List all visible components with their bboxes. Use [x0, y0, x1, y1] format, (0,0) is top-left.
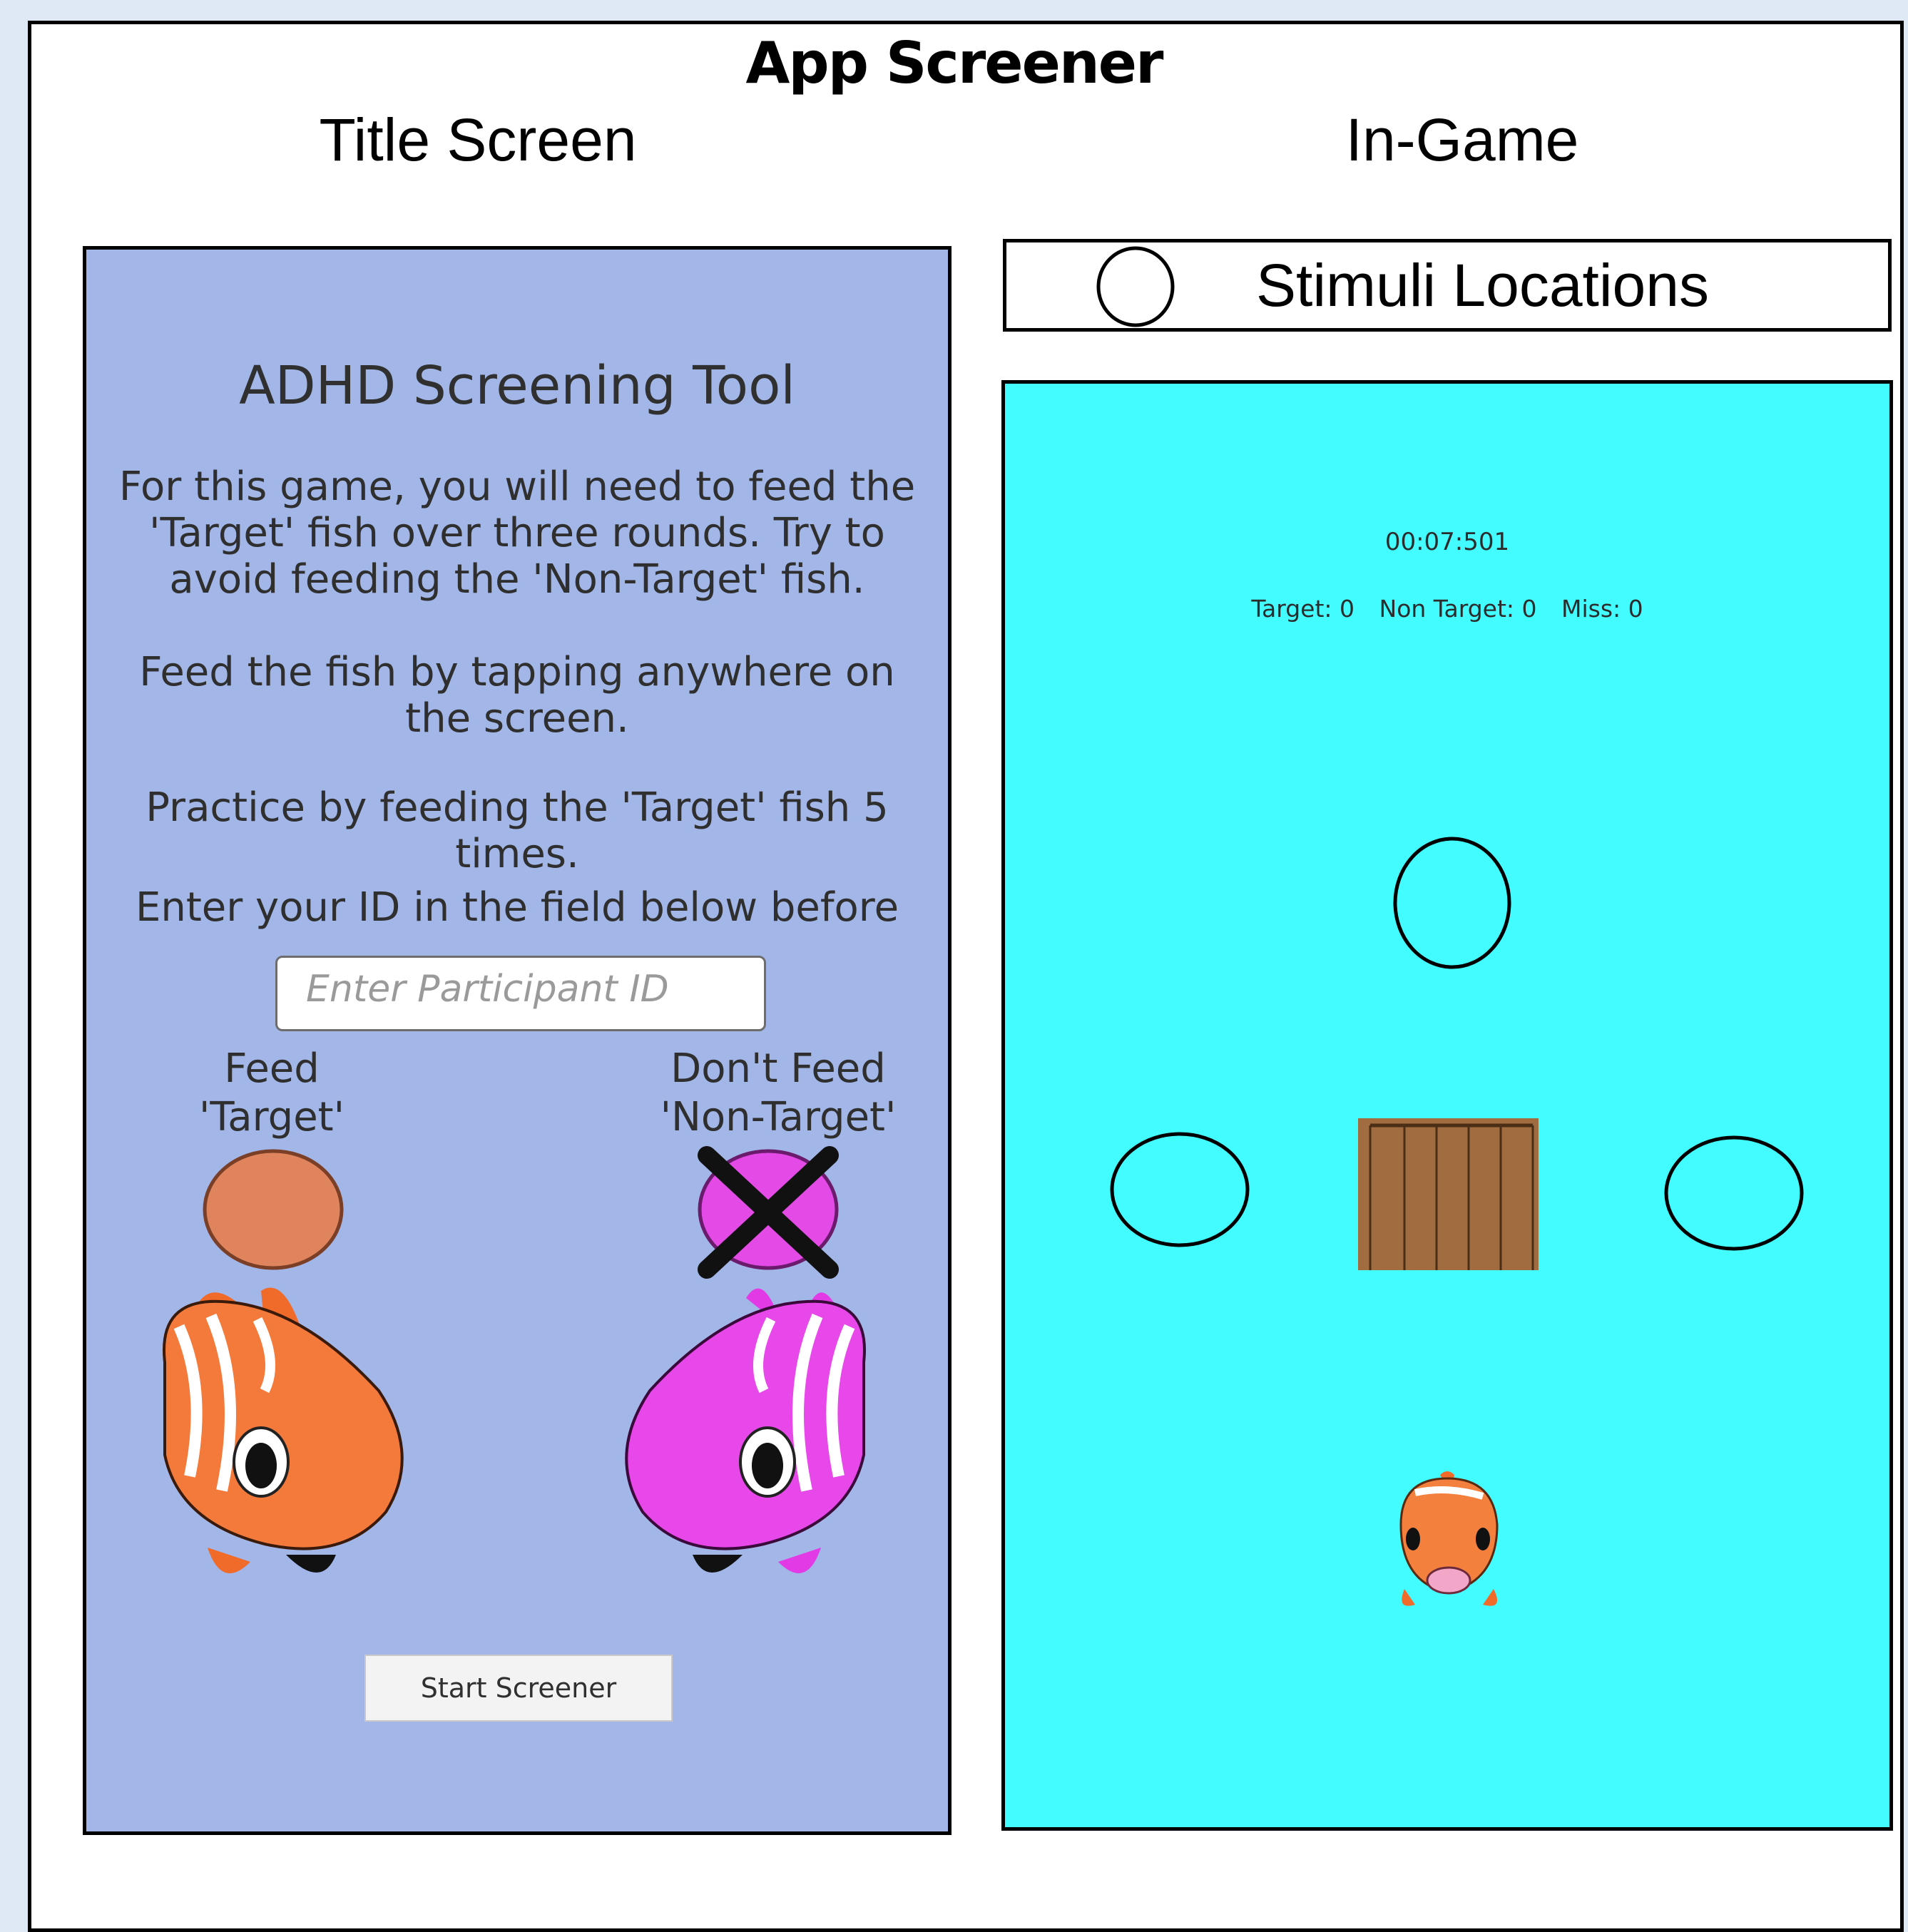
- in-game-label: In-Game: [1345, 106, 1579, 173]
- start-screener-button[interactable]: Start Screener: [364, 1655, 673, 1722]
- stimulus-location-left: [1110, 1132, 1250, 1247]
- figure-title: App Screener: [745, 30, 1164, 96]
- title-screen-panel: ADHD Screening Tool For this game, you w…: [83, 246, 952, 1835]
- target-pellet-icon: [203, 1149, 344, 1270]
- crate-icon: [1358, 1118, 1539, 1270]
- player-fish-icon: [1399, 1471, 1499, 1606]
- stimulus-location-right: [1664, 1135, 1804, 1251]
- stimulus-location-top: [1393, 837, 1511, 969]
- in-game-panel: 00:07:501 Target: 0 Non Target: 0 Miss: …: [1001, 380, 1893, 1831]
- title-screen-label: Title Screen: [319, 106, 637, 173]
- game-graphics: [1110, 837, 1804, 1606]
- target-fish-icon: [163, 1287, 404, 1573]
- stimuli-legend: Stimuli Locations: [1003, 239, 1892, 332]
- non-target-fish-icon: [625, 1288, 866, 1573]
- circle-outline-icon: [1096, 246, 1175, 327]
- legend-label: Stimuli Locations: [1256, 252, 1709, 319]
- title-screen-graphics: [163, 1146, 866, 1573]
